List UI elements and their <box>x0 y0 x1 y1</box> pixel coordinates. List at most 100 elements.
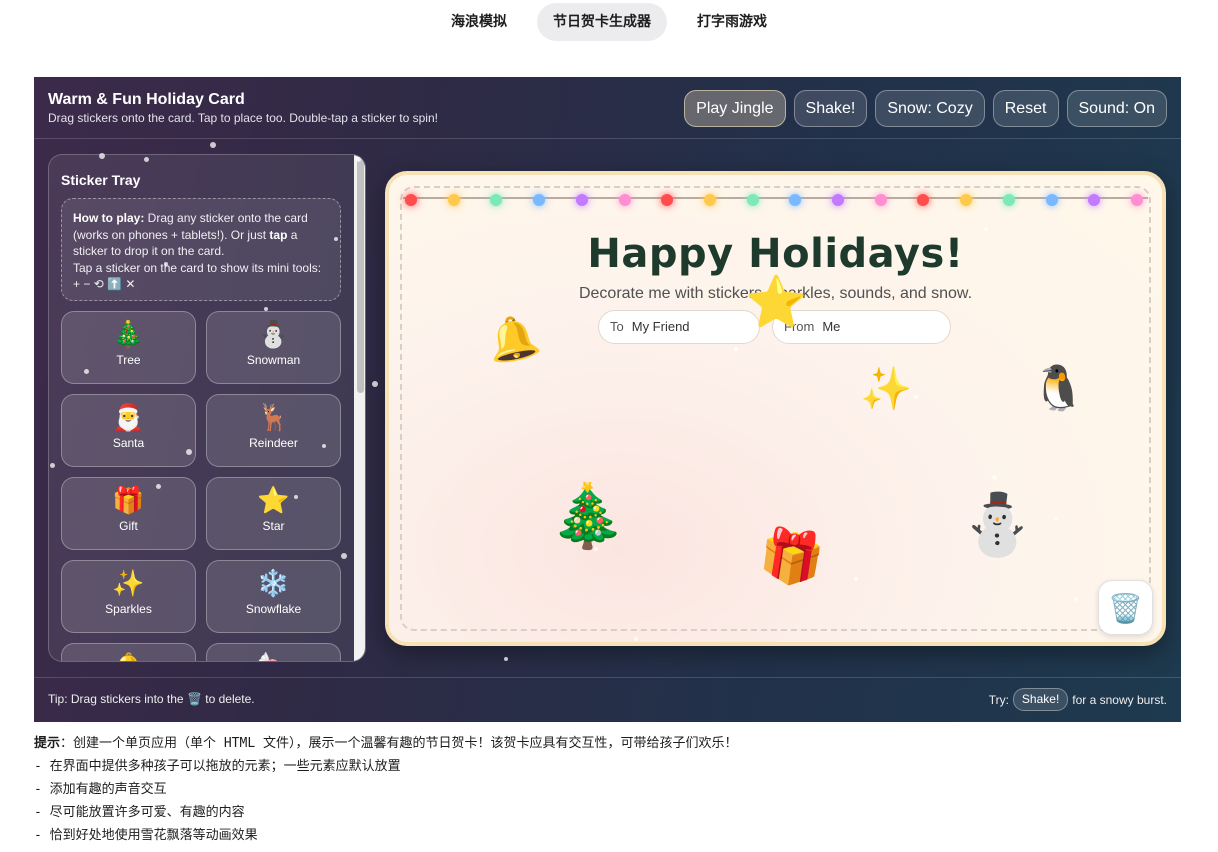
placed-star-sticker[interactable]: ⭐ <box>745 277 807 327</box>
howto-text-3: Tap a sticker on the card to show its mi… <box>73 260 322 292</box>
santa-icon: 🎅 <box>112 403 145 433</box>
sticker-label: Gift <box>119 519 138 533</box>
tray-scroll-thumb[interactable] <box>357 158 364 393</box>
snowflake <box>164 262 168 266</box>
sticker-tray-title: Sticker Tray <box>61 172 141 188</box>
snowflake <box>984 227 988 231</box>
prompt-item: - 添加有趣的声音交互 <box>34 782 167 797</box>
snowflake <box>1074 597 1078 601</box>
snowflake <box>210 142 216 148</box>
sticker-label: Tree <box>116 353 141 367</box>
sticker-sparkles[interactable]: ✨ Sparkles <box>61 560 196 633</box>
candy-icon: 🍬 <box>207 652 340 661</box>
placed-tree-sticker[interactable]: 🎄 <box>549 485 626 547</box>
sticker-label: Reindeer <box>249 436 298 450</box>
snowflake <box>1054 517 1058 521</box>
snowflake <box>594 547 598 551</box>
sound-toggle-button[interactable]: Sound: On <box>1066 90 1167 127</box>
snowflake <box>186 449 192 455</box>
try-label: Try: <box>988 692 1009 707</box>
tip-text-before: Tip: Drag stickers into the <box>48 692 184 706</box>
sticker-label: Snowman <box>246 353 301 367</box>
star-icon: ⭐ <box>257 486 290 516</box>
snowflake <box>356 157 361 162</box>
holiday-card[interactable]: Happy Holidays! Decorate me with sticker… <box>385 171 1166 646</box>
top-tab-bar: 海浪模拟 节日贺卡生成器 打字雨游戏 <box>0 3 1218 41</box>
play-jingle-button[interactable]: Play Jingle <box>684 90 786 127</box>
placed-penguin-sticker[interactable]: 🐧 <box>1031 367 1086 411</box>
light-bulb <box>1045 194 1058 206</box>
shake-button[interactable]: Shake! <box>793 90 868 127</box>
prompt-intro: 提示：创建一个单页应用（单个 HTML 文件），展示一个温馨有趣的节日贺卡！该贺… <box>34 732 737 755</box>
sticker-tree[interactable]: 🎄 Tree <box>61 311 196 384</box>
bell-icon: 🔔 <box>62 652 195 661</box>
sticker-santa[interactable]: 🎅 Santa <box>61 394 196 467</box>
sticker-bell[interactable]: 🔔 <box>61 643 196 661</box>
snowflake <box>914 395 918 399</box>
prompt-text: 提示：创建一个单页应用（单个 HTML 文件），展示一个温馨有趣的节日贺卡！该贺… <box>34 732 737 847</box>
placed-bell-sticker[interactable]: 🔔 <box>482 309 543 368</box>
snowflake <box>341 553 347 559</box>
snowflake <box>50 463 55 468</box>
light-bulb <box>405 194 417 206</box>
light-bulb <box>832 194 844 206</box>
sparkles-icon: ✨ <box>112 569 145 599</box>
placed-sparkles-sticker[interactable]: ✨ <box>860 368 912 410</box>
sticker-candy[interactable]: 🍬 <box>206 643 341 661</box>
placed-snowman-sticker[interactable]: ⛄ <box>960 495 1035 555</box>
prompt-item: - 尽可能放置许多可爱、有趣的内容 <box>34 805 245 820</box>
string-lights-wire <box>403 197 1148 199</box>
snowflake <box>334 237 338 241</box>
prompt-intro-text: ：创建一个单页应用（单个 HTML 文件），展示一个温馨有趣的节日贺卡！该贺卡应… <box>60 736 738 751</box>
app-header: Warm & Fun Holiday Card Drag stickers on… <box>34 77 1181 139</box>
tab-typing-rain[interactable]: 打字雨游戏 <box>681 3 783 41</box>
light-bulb <box>1130 194 1143 206</box>
placed-gift-sticker[interactable]: 🎁 <box>755 524 827 592</box>
gift-icon: 🎁 <box>112 486 145 516</box>
sticker-snowflake[interactable]: ❄️ Snowflake <box>206 560 341 633</box>
to-field[interactable]: To My Friend <box>598 310 760 344</box>
snowflake <box>84 369 89 374</box>
sticker-label: Snowflake <box>245 602 302 616</box>
card-title: Happy Holidays! <box>587 231 964 277</box>
how-to-play-box: How to play: Drag any sticker onto the c… <box>61 198 341 301</box>
light-bulb <box>533 194 546 206</box>
snowflake <box>854 577 858 581</box>
sticker-gift[interactable]: 🎁 Gift <box>61 477 196 550</box>
to-input[interactable]: My Friend <box>632 319 690 334</box>
sticker-snowman[interactable]: ⛄ Snowman <box>206 311 341 384</box>
light-bulb <box>618 194 631 206</box>
tab-wave-sim[interactable]: 海浪模拟 <box>435 3 523 41</box>
trash-icon: 🗑️ <box>186 692 202 706</box>
snowflake <box>634 637 638 641</box>
snowflake <box>322 444 326 448</box>
try-shake-button[interactable]: Shake! <box>1012 688 1069 711</box>
sticker-tray: Sticker Tray How to play: Drag any stick… <box>48 154 366 662</box>
snowman-icon: ⛄ <box>257 320 290 350</box>
snowflake <box>504 657 508 661</box>
sticker-reindeer[interactable]: 🦌 Reindeer <box>206 394 341 467</box>
tree-icon: 🎄 <box>112 320 145 350</box>
holiday-card-app: Warm & Fun Holiday Card Drag stickers on… <box>34 77 1181 722</box>
snowflake <box>156 484 161 489</box>
app-title: Warm & Fun Holiday Card <box>48 91 245 108</box>
sticker-star[interactable]: ⭐ Star <box>206 477 341 550</box>
light-bulb <box>447 194 460 206</box>
trash-bin[interactable]: 🗑️ <box>1098 580 1153 635</box>
snowflake <box>99 153 105 159</box>
prompt-item: - 在界面中提供多种孩子可以拖放的元素；一些元素应默认放置 <box>34 759 401 774</box>
light-bulb <box>703 194 716 206</box>
reset-button[interactable]: Reset <box>992 90 1059 127</box>
from-input[interactable]: Me <box>822 319 840 334</box>
to-label: To <box>610 319 624 334</box>
snow-mode-button[interactable]: Snow: Cozy <box>875 90 985 127</box>
tab-holiday-card[interactable]: 节日贺卡生成器 <box>537 3 667 41</box>
snowflake <box>294 495 298 499</box>
light-bulb <box>874 194 887 206</box>
snowflake <box>734 347 738 351</box>
header-buttons: Play Jingle Shake! Snow: Cozy Reset Soun… <box>684 90 1167 127</box>
snowflake <box>264 307 268 311</box>
delete-tip: Tip: Drag stickers into the 🗑️ to delete… <box>48 692 255 706</box>
try-text-after: for a snowy burst. <box>1072 692 1167 707</box>
tray-scrollbar[interactable] <box>354 155 365 661</box>
